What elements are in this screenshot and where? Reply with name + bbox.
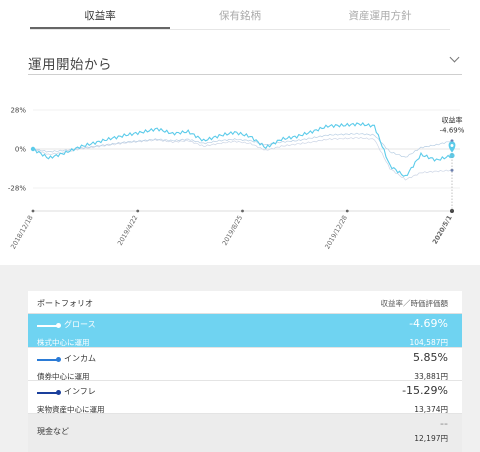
cash-name: 現金など [37, 427, 69, 436]
tooltip-value: -4.69% [440, 127, 465, 135]
y-tick-label: -28% [8, 185, 26, 193]
period-select-label: 運用開始から [28, 57, 112, 73]
x-tick-dot [345, 209, 349, 213]
portfolio-return-rate: -4.69% [409, 317, 448, 330]
y-tick-label: 0% [15, 146, 26, 154]
portfolio-header: ポートフォリオ 収益率／時価評価額 [28, 291, 462, 314]
portfolio-title: ポートフォリオ [37, 299, 93, 308]
cash-return-rate: -- [440, 417, 448, 430]
portfolio-name: インカム [64, 354, 96, 363]
tab-holdings[interactable]: 保有銘柄 [160, 8, 320, 23]
series-line-0 [33, 121, 453, 177]
pin-center-icon [450, 144, 454, 148]
portfolio-row-inflation[interactable]: インフレ 実物資産中心に運用 -15.29% 13,374円 [28, 381, 462, 414]
period-select[interactable]: 運用開始から [28, 50, 462, 75]
series-start-point [30, 146, 36, 152]
x-tick-label: 2018/12/18 [9, 214, 35, 250]
portfolio-row-growth[interactable]: グロース 株式中心に運用 -4.69% 104,587円 [28, 314, 462, 348]
returns-chart[interactable]: 28% 0% -28% 2018/12/18 2019/4/22 2019/8/25 201… [0, 100, 480, 251]
portfolio-name: グロース [64, 320, 96, 329]
tab-returns[interactable]: 収益率 [20, 8, 180, 23]
portfolio-header-metric: 収益率／時価評価額 [380, 299, 449, 308]
series-line-1 [32, 132, 453, 158]
x-tick-dot [241, 209, 244, 213]
portfolio-card: ポートフォリオ 収益率／時価評価額 グロース 株式中心に運用 -4.69% 10… [28, 291, 462, 452]
x-tick-label: 2020/5/1 [431, 214, 454, 246]
x-tick-label: 2019/12/28 [323, 214, 349, 250]
portfolio-market-value: 104,587円 [409, 338, 448, 347]
portfolio-row-cash: 現金など -- 12,197円 [28, 414, 462, 452]
portfolio-row-income[interactable]: インカム 債券中心に運用 5.85% 33,881円 [28, 348, 462, 381]
series-line-icon [37, 357, 61, 362]
y-tick-label: 28% [10, 107, 26, 115]
tab-divider [30, 29, 450, 30]
portfolio-description: 株式中心に運用 [37, 338, 90, 347]
portfolio-return-rate: -15.29% [402, 384, 448, 397]
chevron-down-icon [449, 52, 460, 63]
portfolio-name: インフレ [64, 387, 96, 396]
x-tick-dot [31, 209, 35, 213]
portfolio-return-rate: 5.85% [413, 351, 448, 364]
series-line-icon [37, 323, 61, 328]
x-tick-label: 2019/4/22 [116, 214, 140, 247]
tab-bar: 収益率 保有銘柄 資産運用方針 [0, 0, 480, 30]
series-line-icon [37, 390, 61, 395]
x-tick-label: 2019/8/25 [221, 214, 245, 247]
tooltip-label: 収益率 [442, 116, 463, 125]
cash-market-value: 12,197円 [414, 434, 448, 443]
tab-investment-policy[interactable]: 資産運用方針 [300, 8, 460, 23]
x-tick-dot [136, 209, 140, 213]
